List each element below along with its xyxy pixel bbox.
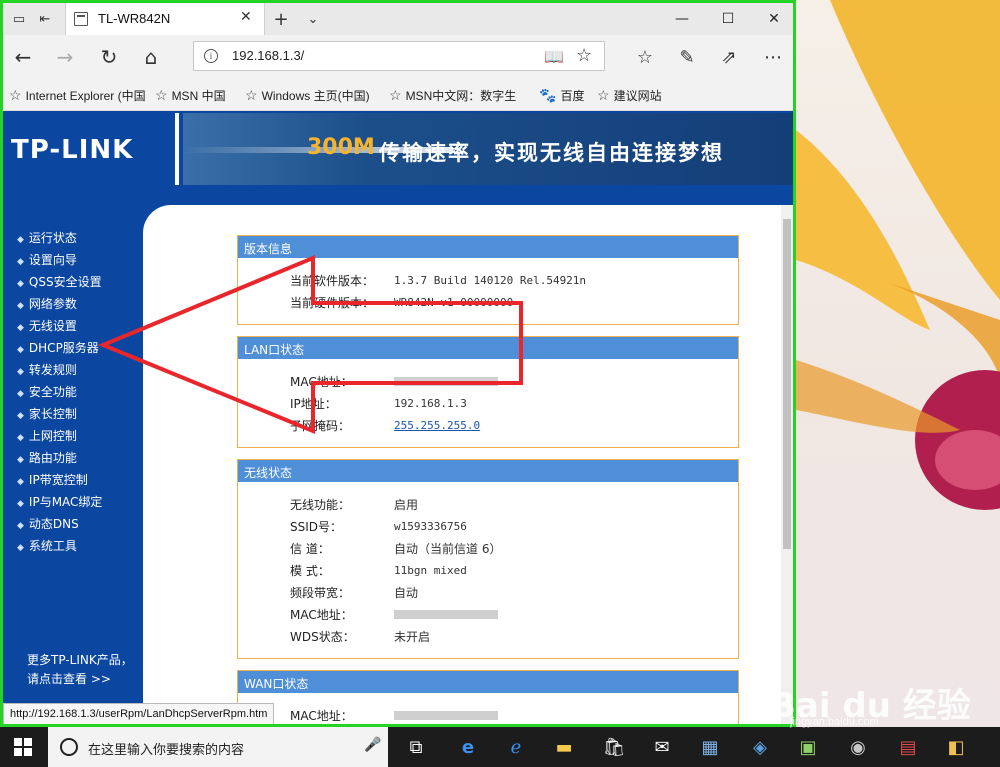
task-view-icon[interactable]: ⧉	[404, 735, 428, 759]
network-app-icon[interactable]: ▦	[698, 735, 722, 759]
file-explorer-icon[interactable]: ▬	[552, 735, 576, 759]
edge-icon[interactable]: e	[456, 735, 480, 759]
app-icon[interactable]: ◈	[748, 735, 772, 759]
mail-icon[interactable]: ✉	[650, 735, 674, 759]
browser-window: ▭ ⇤ TL-WR842N ✕ + ⌄ — ☐ ✕ ← → ↻ ⌂ i 192.…	[0, 0, 796, 727]
taskbar: 在这里输入你要搜索的内容 🎤 ⧉ e ℯ ▬ 🛍 ✉ ▦ ◈ ▣ ◉ ▤ ◧	[0, 727, 1000, 767]
taskbar-search[interactable]: 在这里输入你要搜索的内容 🎤	[48, 727, 388, 767]
app-icon[interactable]: ▣	[796, 735, 820, 759]
app-icon[interactable]: ▤	[896, 735, 920, 759]
app-icon[interactable]: ◉	[846, 735, 870, 759]
cortana-ring-icon	[60, 738, 78, 756]
red-annotation-arrow	[97, 255, 523, 434]
windows-start-icon[interactable]	[14, 738, 32, 756]
search-placeholder: 在这里输入你要搜索的内容	[88, 743, 245, 758]
baidu-watermark-url: jingyan.baidu.com	[790, 716, 879, 728]
microphone-icon[interactable]: 🎤	[364, 737, 381, 753]
link-status-url: http://192.168.1.3/userRpm/LanDhcpServer…	[3, 703, 275, 724]
internet-explorer-icon[interactable]: ℯ	[504, 735, 528, 759]
store-icon[interactable]: 🛍	[602, 735, 626, 759]
app-icon[interactable]: ◧	[944, 735, 968, 759]
